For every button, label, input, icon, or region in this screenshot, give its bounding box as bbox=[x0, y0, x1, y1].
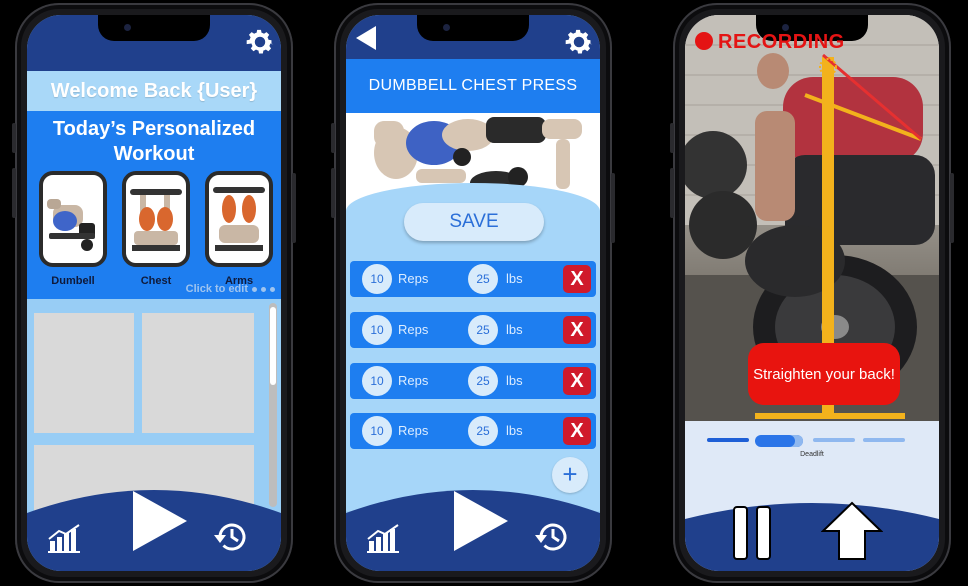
page-dot bbox=[252, 286, 257, 292]
exercise-detail-screen: DUMBBELL CHEST PRESS SAVE 10 Reps 25 lbs… bbox=[346, 15, 600, 571]
set-row: 10 Reps 25 lbs X bbox=[350, 363, 596, 399]
progress-segment-complete bbox=[707, 438, 749, 442]
progress-segment-current bbox=[755, 435, 803, 447]
delete-set-button[interactable]: X bbox=[563, 367, 591, 395]
exercise-thumbnail-dumbell bbox=[39, 171, 107, 267]
progress-segment-upcoming bbox=[813, 438, 855, 442]
exercise-card[interactable]: Arms bbox=[205, 171, 273, 287]
current-exercise-label: Deadlift bbox=[800, 451, 824, 458]
phone-exercise-detail: DUMBBELL CHEST PRESS SAVE 10 Reps 25 lbs… bbox=[331, 3, 615, 583]
posture-alert: Straighten your back! bbox=[748, 343, 900, 405]
exercise-progress bbox=[707, 435, 917, 447]
click-to-edit-hint[interactable]: Click to edit bbox=[186, 283, 275, 295]
content-tile[interactable] bbox=[34, 313, 134, 433]
weight-value[interactable]: 25 bbox=[468, 315, 498, 345]
bottom-nav bbox=[346, 473, 600, 571]
home-screen: Welcome Back {User} Today’s Personalized… bbox=[27, 15, 281, 571]
chart-icon[interactable] bbox=[366, 523, 402, 553]
phone-recording: RECORDING Straighten your back! Deadlift bbox=[670, 3, 954, 583]
weight-unit: lbs bbox=[506, 373, 523, 388]
reps-value[interactable]: 10 bbox=[362, 264, 392, 294]
reps-unit: Reps bbox=[398, 271, 429, 286]
delete-set-button[interactable]: X bbox=[563, 316, 591, 344]
exercise-label: Chest bbox=[140, 275, 172, 287]
delete-set-button[interactable]: X bbox=[563, 417, 591, 445]
history-icon[interactable] bbox=[534, 519, 572, 555]
weight-unit: lbs bbox=[506, 322, 523, 337]
exercise-thumbnail-arms bbox=[205, 171, 273, 267]
bottom-nav bbox=[27, 473, 281, 571]
delete-set-button[interactable]: X bbox=[563, 265, 591, 293]
recording-label: RECORDING bbox=[718, 31, 845, 53]
exercise-thumbnail-chest bbox=[122, 171, 190, 267]
progress-segment-upcoming bbox=[863, 438, 905, 442]
up-arrow-icon[interactable] bbox=[821, 501, 883, 561]
page-dot bbox=[270, 286, 275, 292]
weight-value[interactable]: 25 bbox=[468, 416, 498, 446]
content-tile[interactable] bbox=[142, 313, 254, 433]
recording-indicator: RECORDING bbox=[695, 31, 845, 54]
reps-value[interactable]: 10 bbox=[362, 315, 392, 345]
todays-workout-title: Today’s Personalized Workout bbox=[52, 118, 256, 165]
exercise-title: DUMBBELL CHEST PRESS bbox=[346, 59, 600, 113]
weight-value[interactable]: 25 bbox=[468, 264, 498, 294]
notch bbox=[417, 15, 529, 41]
reps-unit: Reps bbox=[398, 373, 429, 388]
weight-unit: lbs bbox=[506, 423, 523, 438]
reps-value[interactable]: 10 bbox=[362, 416, 392, 446]
set-row: 10 Reps 25 lbs X bbox=[350, 261, 596, 297]
pause-icon[interactable] bbox=[731, 505, 773, 561]
notch bbox=[98, 15, 210, 41]
play-icon[interactable] bbox=[450, 489, 510, 553]
exercise-list: Dumbell Chest Arms bbox=[39, 171, 273, 287]
page-dot bbox=[261, 286, 266, 292]
phone-home: Welcome Back {User} Today’s Personalized… bbox=[12, 3, 296, 583]
todays-workout-panel: Today’s Personalized Workout Dumbell Che… bbox=[27, 111, 281, 299]
reps-unit: Reps bbox=[398, 322, 429, 337]
weight-unit: lbs bbox=[506, 271, 523, 286]
settings-gear-icon[interactable] bbox=[562, 25, 596, 59]
exercise-card[interactable]: Chest bbox=[122, 171, 190, 287]
scrollbar-thumb[interactable] bbox=[270, 307, 276, 385]
click-to-edit-label: Click to edit bbox=[185, 283, 248, 295]
chart-icon[interactable] bbox=[47, 523, 83, 553]
history-icon[interactable] bbox=[213, 519, 251, 555]
exercise-card[interactable]: Dumbell bbox=[39, 171, 107, 287]
play-icon[interactable] bbox=[129, 489, 189, 553]
welcome-banner: Welcome Back {User} bbox=[27, 71, 281, 111]
back-arrow-icon[interactable] bbox=[354, 25, 378, 51]
settings-gear-icon[interactable] bbox=[243, 25, 277, 59]
reps-value[interactable]: 10 bbox=[362, 366, 392, 396]
exercise-label: Dumbell bbox=[51, 275, 95, 287]
weight-value[interactable]: 25 bbox=[468, 366, 498, 396]
set-row: 10 Reps 25 lbs X bbox=[350, 312, 596, 348]
set-row: 10 Reps 25 lbs X bbox=[350, 413, 596, 449]
save-button[interactable]: SAVE bbox=[404, 203, 544, 241]
record-dot-icon bbox=[695, 32, 713, 50]
recording-controls bbox=[685, 491, 939, 571]
reps-unit: Reps bbox=[398, 423, 429, 438]
recording-screen: RECORDING Straighten your back! Deadlift bbox=[685, 15, 939, 571]
